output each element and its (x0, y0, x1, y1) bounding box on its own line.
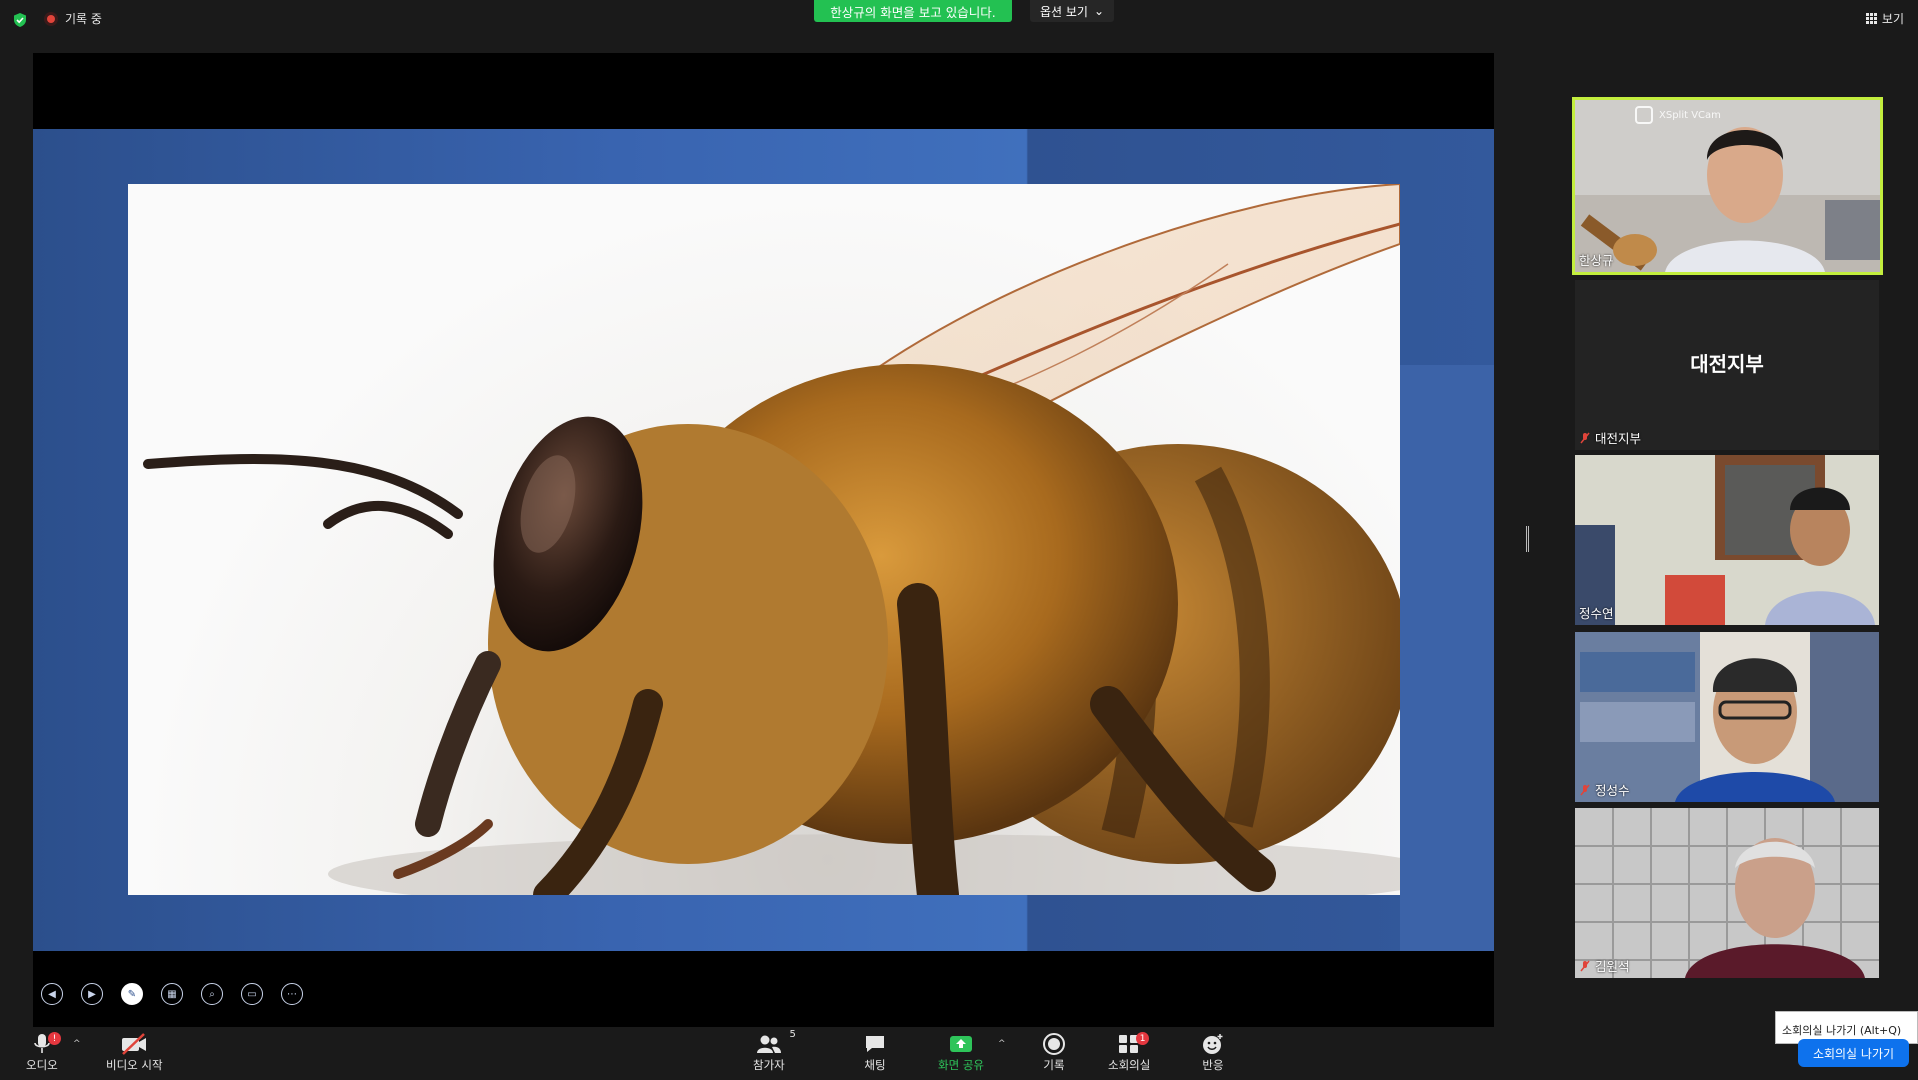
participant-center-name: 대전지부 (1690, 352, 1764, 376)
participant-video (1575, 632, 1879, 802)
audio-label: 오디오 (26, 1058, 58, 1072)
participant-tile[interactable]: 정성수 (1575, 632, 1879, 802)
pen-icon[interactable]: ✎ (121, 983, 143, 1005)
chat-label: 채팅 (864, 1058, 886, 1072)
chat-icon (866, 1036, 884, 1052)
breakout-badge: 1 (1136, 1032, 1150, 1045)
participant-name: 정수연 (1579, 603, 1614, 622)
record-button[interactable]: 기록 (1042, 1031, 1066, 1073)
view-options-label: 옵션 보기 (1040, 4, 1088, 19)
participant-name-text: 정수연 (1579, 606, 1614, 621)
more-options-icon[interactable]: ⋯ (281, 983, 303, 1005)
leave-breakout-room-button[interactable]: 소회의실 나가기 (1798, 1039, 1909, 1067)
zoom-meeting-window: 기록 중 한상규의 화면을 보고 있습니다. 옵션 보기 ⌄ 보기 ◀ ▶ ✎ … (0, 0, 1918, 1080)
participant-video (1575, 455, 1879, 625)
reactions-emoji-icon (1203, 1034, 1223, 1054)
breakout-rooms-button[interactable]: 1 소회의실 (1108, 1031, 1150, 1073)
video-off-icon (122, 1033, 147, 1055)
bee-photo (128, 184, 1400, 895)
shared-screen[interactable]: ◀ ▶ ✎ ▦ ⌕ ▭ ⋯ (33, 53, 1494, 1027)
audio-options-caret-icon[interactable]: ^ (73, 1039, 81, 1049)
audio-warning-badge: ! (47, 1032, 61, 1045)
participant-name: 김원석 (1579, 956, 1630, 975)
participant-name: 정성수 (1579, 780, 1630, 799)
participant-name: 대전지부 (1579, 428, 1641, 447)
xsplit-vcam-watermark: XSplit VCam (1635, 106, 1721, 124)
recording-indicator[interactable]: 기록 중 (44, 10, 102, 27)
security-shield-icon[interactable] (12, 12, 28, 28)
participant-tile[interactable]: 대전지부 대전지부 (1575, 280, 1879, 450)
presentation-controls: ◀ ▶ ✎ ▦ ⌕ ▭ ⋯ (41, 983, 303, 1005)
start-video-button[interactable]: 비디오 시작 (106, 1031, 163, 1073)
audio-button[interactable]: ! 오디오 (26, 1031, 61, 1073)
participant-video (1575, 808, 1879, 978)
participant-name: 한상규 (1579, 250, 1614, 269)
view-button[interactable]: 보기 (1865, 10, 1904, 27)
zoom-icon[interactable]: ⌕ (201, 983, 223, 1005)
xsplit-label: XSplit VCam (1659, 109, 1721, 121)
record-dot-icon (44, 11, 58, 26)
participants-count: 5 (789, 1029, 796, 1040)
participant-name-text: 대전지부 (1595, 431, 1642, 446)
honeybee-image (143, 184, 1400, 895)
participants-button[interactable]: 5 참가자 (753, 1029, 796, 1073)
breakout-rooms-label: 소회의실 (1108, 1058, 1151, 1072)
participant-name-text: 한상규 (1579, 253, 1614, 268)
subtitles-icon[interactable]: ▭ (241, 983, 263, 1005)
top-bar: 기록 중 한상규의 화면을 보고 있습니다. 옵션 보기 ⌄ 보기 (0, 0, 1918, 40)
reactions-button[interactable]: 반응 (1201, 1031, 1225, 1073)
recording-label: 기록 중 (65, 12, 102, 26)
slides-overview-icon[interactable]: ▦ (161, 983, 183, 1005)
previous-slide-icon[interactable]: ◀ (41, 983, 63, 1005)
record-icon (1043, 1033, 1065, 1055)
participants-icon (756, 1035, 781, 1053)
share-screen-icon (949, 1036, 972, 1052)
view-options-button[interactable]: 옵션 보기 ⌄ (1030, 0, 1115, 22)
viewing-share-banner: 한상규의 화면을 보고 있습니다. (814, 0, 1012, 22)
grid-view-icon (1865, 13, 1877, 24)
chat-button[interactable]: 채팅 (863, 1031, 887, 1073)
participants-label: 참가자 (753, 1058, 785, 1072)
muted-mic-icon (1580, 784, 1590, 795)
participant-tile[interactable]: 김원석 (1575, 808, 1879, 978)
next-slide-icon[interactable]: ▶ (81, 983, 103, 1005)
participant-tile[interactable]: 정수연 (1575, 455, 1879, 625)
slide-decoration (1400, 365, 1494, 951)
muted-mic-icon (1580, 960, 1590, 971)
muted-mic-icon (1580, 432, 1590, 443)
xsplit-logo (1635, 106, 1653, 124)
record-label: 기록 (1043, 1058, 1065, 1072)
participant-name-text: 김원석 (1595, 959, 1630, 974)
view-label: 보기 (1881, 12, 1904, 26)
reactions-label: 반응 (1202, 1058, 1224, 1072)
start-video-label: 비디오 시작 (106, 1058, 163, 1072)
share-options-caret-icon[interactable]: ^ (998, 1039, 1006, 1049)
meeting-toolbar: ! 오디오 ^ 비디오 시작 5 참가자 채팅 화면 공유 ^ 기록 1 소회의… (0, 1027, 1918, 1080)
chevron-down-icon: ⌄ (1093, 4, 1105, 18)
presentation-slide: ◀ ▶ ✎ ▦ ⌕ ▭ ⋯ (33, 129, 1494, 1005)
participant-name-text: 정성수 (1595, 783, 1630, 798)
participant-tile[interactable]: XSplit VCam 한상규 (1572, 97, 1883, 275)
panel-resize-handle[interactable] (1526, 526, 1529, 552)
share-screen-button[interactable]: 화면 공유 (938, 1031, 984, 1073)
share-screen-label: 화면 공유 (938, 1058, 984, 1072)
participant-video (1575, 100, 1880, 272)
